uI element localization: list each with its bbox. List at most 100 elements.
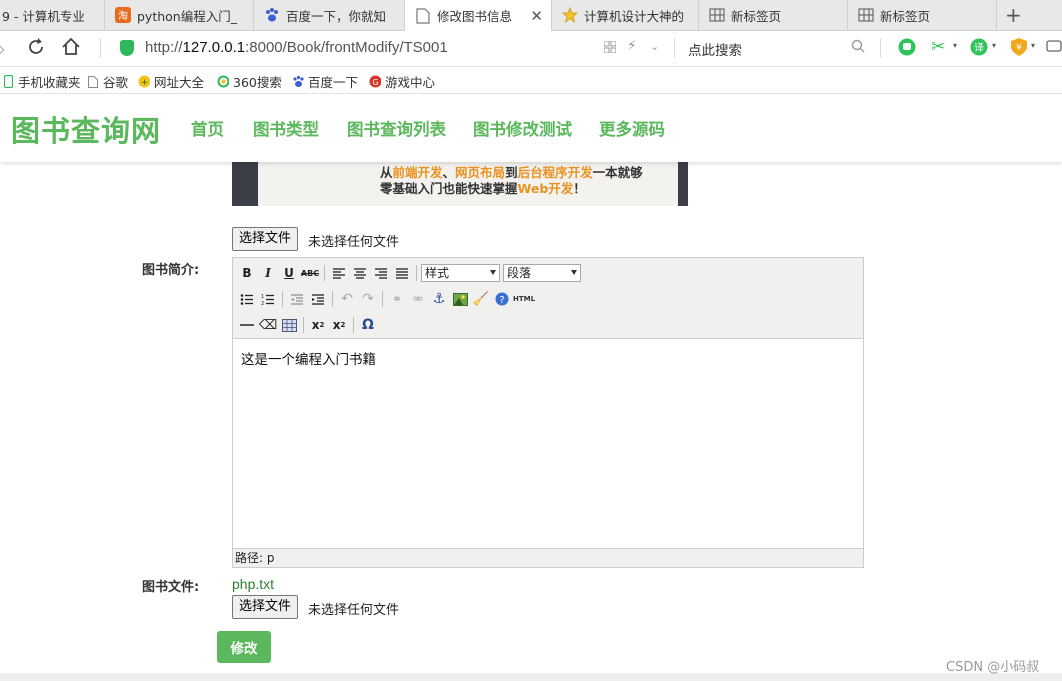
baidu-paw-icon [264, 7, 280, 23]
italic-icon[interactable]: I [259, 264, 277, 282]
bold-icon[interactable]: B [238, 264, 256, 282]
bookmark-label: 游戏中心 [385, 75, 436, 90]
indent-icon[interactable] [309, 290, 327, 308]
close-icon[interactable]: ✕ [530, 7, 543, 25]
url-field[interactable]: http://127.0.0.1:8000/Book/frontModify/T… [145, 39, 448, 56]
bookmark-baidu[interactable]: 百度一下 [292, 72, 358, 91]
subscript-icon[interactable]: x2 [309, 316, 327, 334]
image-icon[interactable] [451, 290, 469, 308]
book-cover-image: 从前端开发、网页布局到后台程序开发一本就够 零基础入门也能快速掌握Web开发！ [232, 162, 688, 206]
eraser-icon[interactable]: ⌫ [259, 316, 277, 334]
page-icon [87, 75, 99, 88]
outdent-icon[interactable] [288, 290, 306, 308]
editor-status-path: 路径: p [233, 548, 863, 567]
numbered-list-icon[interactable]: 12 [259, 290, 277, 308]
style-select[interactable]: 样式 [421, 264, 500, 282]
tab-title: python编程入门_ [137, 8, 237, 24]
nav-home[interactable]: 首页 [191, 116, 224, 140]
tab-baidu[interactable]: 百度一下，你就知 [254, 0, 405, 30]
lightning-icon[interactable]: ⚡ [627, 38, 637, 54]
bookmark-label: 360搜索 [233, 75, 282, 90]
align-left-icon[interactable] [330, 264, 348, 282]
svg-text:¥: ¥ [1016, 43, 1022, 53]
help-icon[interactable]: ? [493, 290, 511, 308]
address-bar: › http://127.0.0.1:8000/Book/frontModify… [0, 31, 1062, 67]
star-icon [562, 7, 578, 23]
home-icon[interactable] [61, 37, 81, 62]
browser-tab-strip: 9 - 计算机专业 淘 python编程入门_ 百度一下，你就知 修改图书信息 … [0, 0, 1062, 31]
cover-file-button[interactable]: 选择文件 [232, 227, 299, 251]
url-prefix: http:// [145, 39, 183, 56]
anchor-icon[interactable]: ⚓ [430, 290, 448, 308]
site-logo[interactable]: 图书查询网 [11, 108, 161, 150]
horizontal-rule-icon[interactable] [238, 316, 256, 334]
align-center-icon[interactable] [351, 264, 369, 282]
tab-title: 新标签页 [880, 8, 931, 24]
table-icon[interactable] [280, 316, 298, 334]
search-icon[interactable] [851, 39, 865, 57]
bookmark-hao[interactable]: + 网址大全 [138, 72, 204, 91]
strikethrough-icon[interactable]: ABC [301, 264, 319, 282]
tab-new-1[interactable]: 新标签页 [699, 0, 848, 30]
scissors-icon[interactable]: ✂ [931, 37, 945, 57]
back-arrow-icon[interactable]: › [0, 37, 6, 61]
underline-icon[interactable]: U [280, 264, 298, 282]
taobao-icon: 淘 [115, 7, 131, 23]
nav-book-modify-test[interactable]: 图书修改测试 [473, 116, 572, 140]
coupon-shield-icon[interactable]: ¥ [1010, 37, 1028, 61]
caret-down-icon[interactable]: ▾ [992, 41, 996, 50]
site-header: 图书查询网 首页 图书类型 图书查询列表 图书修改测试 更多源码 [0, 94, 1062, 162]
nav-more-source[interactable]: 更多源码 [599, 116, 665, 140]
bookmark-mobile[interactable]: 手机收藏夹 [2, 72, 81, 91]
360-search-icon [217, 75, 229, 88]
reload-icon[interactable] [26, 37, 46, 62]
caret-down-icon[interactable]: ▾ [1031, 41, 1035, 50]
translate-icon[interactable]: 译 [970, 38, 988, 60]
bullet-list-icon[interactable] [238, 290, 256, 308]
svg-text:+: + [141, 78, 149, 88]
tab-computer-major[interactable]: 9 - 计算机专业 [0, 0, 105, 30]
book-file-button[interactable]: 选择文件 [232, 595, 299, 619]
bookmark-games[interactable]: G 游戏中心 [369, 72, 435, 91]
nav-book-query-list[interactable]: 图书查询列表 [347, 116, 446, 140]
bookmark-360[interactable]: 360搜索 [217, 72, 282, 91]
tab-python-intro[interactable]: 淘 python编程入门_ [105, 0, 254, 30]
current-file-link[interactable]: php.txt [232, 576, 274, 592]
align-justify-icon[interactable] [393, 264, 411, 282]
chat-icon[interactable] [1046, 39, 1062, 59]
qr-grid-icon[interactable] [603, 40, 617, 57]
search-box[interactable]: 点此搜索 [688, 39, 742, 59]
format-select-value: 段落 [507, 266, 532, 280]
superscript-icon[interactable]: x2 [330, 316, 348, 334]
special-character-icon[interactable]: Ω [359, 316, 377, 334]
link-icon[interactable]: ⚭ [388, 290, 406, 308]
game-center-icon: G [369, 75, 381, 88]
chevron-down-icon[interactable]: ⌄ [650, 40, 659, 53]
align-right-icon[interactable] [372, 264, 390, 282]
caret-down-icon[interactable]: ▾ [953, 41, 957, 50]
book-file-status: 未选择任何文件 [308, 603, 400, 618]
nav-book-types[interactable]: 图书类型 [253, 116, 319, 140]
bookmark-label: 网址大全 [154, 75, 205, 90]
tab-title: 计算机设计大神的 [584, 8, 685, 24]
modify-submit-button[interactable]: 修改 [217, 631, 271, 663]
tab-design-master[interactable]: 计算机设计大神的 [552, 0, 699, 30]
rich-text-editor: B I U ABC 样式 段落 12 ↶ ↷ ⚭ ⚮ ⚓ 🧹 ? HTML ⌫ … [232, 257, 864, 568]
grid-icon [858, 7, 874, 23]
bookmark-google[interactable]: 谷歌 [87, 72, 128, 91]
url-host: 127.0.0.1 [182, 39, 246, 56]
redo-icon[interactable]: ↷ [359, 290, 377, 308]
new-tab-plus-icon[interactable]: + [1005, 3, 1022, 27]
tab-modify-book[interactable]: 修改图书信息 ✕ [405, 0, 552, 31]
unlink-icon[interactable]: ⚮ [409, 290, 427, 308]
undo-icon[interactable]: ↶ [338, 290, 356, 308]
tab-new-2[interactable]: 新标签页 [848, 0, 997, 30]
format-select[interactable]: 段落 [503, 264, 581, 282]
html-source-icon[interactable]: HTML [513, 290, 535, 308]
bookmark-label: 手机收藏夹 [18, 75, 81, 90]
wechat-icon[interactable] [898, 38, 916, 60]
page-icon [415, 7, 431, 24]
editor-content[interactable]: 这是一个编程入门书籍 [241, 348, 376, 368]
cleanup-brush-icon[interactable]: 🧹 [472, 290, 490, 308]
watermark: CSDN @小码叔 [946, 660, 1040, 675]
